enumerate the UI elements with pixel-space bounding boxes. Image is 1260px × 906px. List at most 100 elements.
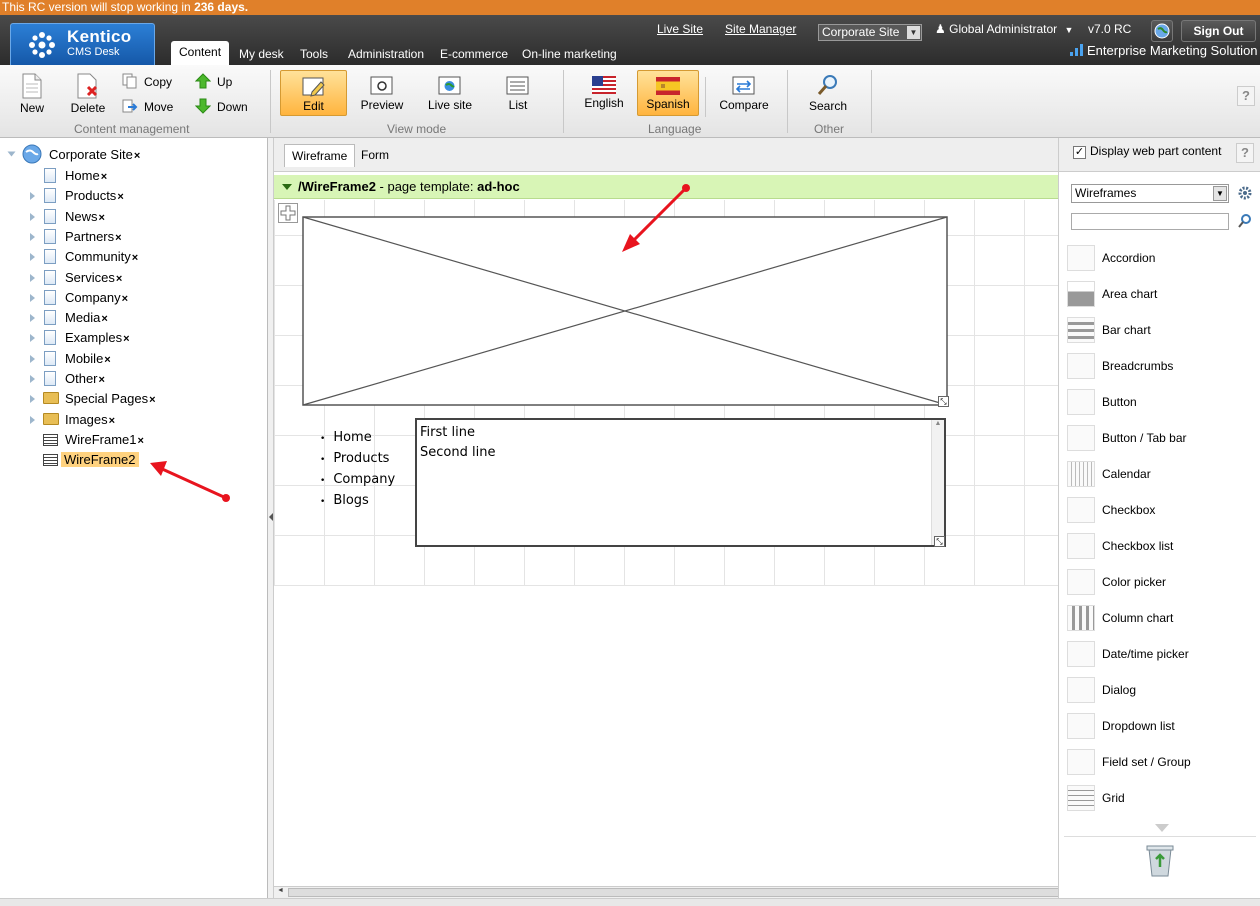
tab-my-desk[interactable]: My desk xyxy=(231,43,292,65)
remove-icon[interactable]: × xyxy=(101,171,107,183)
collapse-left-icon[interactable] xyxy=(269,513,273,521)
web-part-dialog[interactable]: Dialog xyxy=(1067,675,1257,705)
web-part-area-chart[interactable]: Area chart xyxy=(1067,279,1257,309)
menu-item[interactable]: • Home xyxy=(320,428,395,449)
web-part-checkbox-list[interactable]: Checkbox list xyxy=(1067,531,1257,561)
sign-out-button[interactable]: Sign Out xyxy=(1181,20,1256,42)
remove-icon[interactable]: × xyxy=(104,354,110,366)
expand-icon[interactable] xyxy=(30,375,35,383)
remove-icon[interactable]: × xyxy=(117,191,123,203)
expand-icon[interactable] xyxy=(30,314,35,322)
web-part-bar-chart[interactable]: Bar chart xyxy=(1067,315,1257,345)
web-part-color-picker[interactable]: Color picker xyxy=(1067,567,1257,597)
gear-icon[interactable] xyxy=(1237,185,1253,201)
web-part-button-tab-bar[interactable]: Button / Tab bar xyxy=(1067,423,1257,453)
remove-icon[interactable]: × xyxy=(101,313,107,325)
horizontal-scrollbar[interactable]: ◄ xyxy=(274,886,1078,898)
web-part-column-chart[interactable]: Column chart xyxy=(1067,603,1257,633)
remove-icon[interactable]: × xyxy=(109,415,115,427)
remove-icon[interactable]: × xyxy=(149,394,155,406)
tree-item-wireframe1[interactable]: WireFrame1× xyxy=(65,432,144,449)
remove-icon[interactable]: × xyxy=(122,293,128,305)
help-button[interactable]: ? xyxy=(1237,86,1255,106)
remove-icon[interactable]: × xyxy=(138,435,144,447)
expand-icon[interactable] xyxy=(30,213,35,221)
tree-item-home[interactable]: Home× xyxy=(65,168,107,185)
tree-item-company[interactable]: Company× xyxy=(65,290,128,307)
menu-item[interactable]: • Products xyxy=(320,449,395,470)
live-site-link[interactable]: Live Site xyxy=(657,22,703,36)
web-part-checkbox[interactable]: Checkbox xyxy=(1067,495,1257,525)
tree-item-other[interactable]: Other× xyxy=(65,371,105,388)
wireframe-menu[interactable]: • Home • Products • Company • Blogs xyxy=(320,428,395,512)
collapse-triangle-icon[interactable] xyxy=(282,184,292,190)
tree-item-media[interactable]: Media× xyxy=(65,310,108,327)
expand-icon[interactable] xyxy=(30,253,35,261)
globe-button[interactable] xyxy=(1151,20,1173,42)
move-button[interactable]: Move xyxy=(122,98,173,114)
web-part-search-input[interactable] xyxy=(1071,213,1229,230)
web-part-grid[interactable]: Grid xyxy=(1067,783,1257,813)
tree-item-partners[interactable]: Partners× xyxy=(65,229,122,246)
tree-item-services[interactable]: Services× xyxy=(65,270,122,287)
copy-button[interactable]: Copy xyxy=(122,73,172,89)
expand-icon[interactable] xyxy=(30,416,35,424)
resize-handle-icon[interactable]: ⤡ xyxy=(934,536,945,547)
scroll-thumb[interactable] xyxy=(288,888,1078,897)
tree-item-examples[interactable]: Examples× xyxy=(65,330,130,347)
remove-icon[interactable]: × xyxy=(116,273,122,285)
web-part-field-set[interactable]: Field set / Group xyxy=(1067,747,1257,777)
expand-icon[interactable] xyxy=(30,233,35,241)
remove-icon[interactable]: × xyxy=(99,212,105,224)
recycle-bin-icon[interactable] xyxy=(1146,843,1174,877)
expand-icon[interactable] xyxy=(30,395,35,403)
tab-wireframe[interactable]: Wireframe xyxy=(284,144,356,167)
remove-icon[interactable]: × xyxy=(99,374,105,386)
expand-icon[interactable] xyxy=(30,192,35,200)
new-button[interactable]: New xyxy=(14,73,50,115)
expand-icon[interactable] xyxy=(30,355,35,363)
tab-administration[interactable]: Administration xyxy=(340,43,432,65)
tree-item-products[interactable]: Products× xyxy=(65,188,124,205)
site-manager-link[interactable]: Site Manager xyxy=(725,22,796,36)
down-button[interactable]: Down xyxy=(195,98,248,114)
tab-online-marketing[interactable]: On-line marketing xyxy=(514,43,625,65)
search-icon[interactable] xyxy=(1237,213,1253,229)
live-site-button[interactable]: Live site xyxy=(424,76,476,112)
remove-icon[interactable]: × xyxy=(123,333,129,345)
delete-button[interactable]: Delete xyxy=(68,73,108,115)
add-web-part-button[interactable] xyxy=(278,203,298,223)
category-select[interactable]: Wireframes ▼ xyxy=(1071,184,1229,203)
tree-item-special-pages[interactable]: Special Pages× xyxy=(65,391,156,408)
scroll-down-icon[interactable] xyxy=(1155,824,1169,832)
site-select[interactable]: Corporate Site ▼ xyxy=(818,24,922,41)
web-part-date-time-picker[interactable]: Date/time picker xyxy=(1067,639,1257,669)
tab-e-commerce[interactable]: E-commerce xyxy=(432,43,516,65)
web-part-accordion[interactable]: Accordion xyxy=(1067,243,1257,273)
display-web-part-checkbox[interactable]: ✓ xyxy=(1073,146,1086,159)
search-button[interactable]: Search xyxy=(806,73,850,113)
web-part-calendar[interactable]: Calendar xyxy=(1067,459,1257,489)
tree-item-wireframe2[interactable]: WireFrame2 xyxy=(61,452,139,468)
list-button[interactable]: List xyxy=(500,76,536,112)
tree-item-images[interactable]: Images× xyxy=(65,412,115,429)
expand-icon[interactable] xyxy=(30,294,35,302)
web-part-dropdown-list[interactable]: Dropdown list xyxy=(1067,711,1257,741)
up-button[interactable]: Up xyxy=(195,73,232,89)
remove-icon[interactable]: × xyxy=(134,150,140,162)
spanish-button[interactable]: Spanish xyxy=(637,70,699,116)
edit-button[interactable]: Edit xyxy=(280,70,347,116)
tree-item-news[interactable]: News× xyxy=(65,209,105,226)
preview-button[interactable]: Preview xyxy=(358,76,406,112)
expand-icon[interactable] xyxy=(30,274,35,282)
tab-form[interactable]: Form xyxy=(354,144,396,167)
compare-button[interactable]: Compare xyxy=(716,76,772,112)
menu-item[interactable]: • Company xyxy=(320,470,395,491)
scroll-left-icon[interactable]: ◄ xyxy=(277,887,284,894)
tree-item-mobile[interactable]: Mobile× xyxy=(65,351,111,368)
remove-icon[interactable]: × xyxy=(115,232,121,244)
scroll-up-icon[interactable]: ▲ xyxy=(932,420,944,427)
wireframe-textarea[interactable]: First line Second line ▲ xyxy=(415,418,946,547)
user-menu[interactable]: ♟ Global Administrator ▼ xyxy=(935,22,1073,36)
web-part-breadcrumbs[interactable]: Breadcrumbs xyxy=(1067,351,1257,381)
